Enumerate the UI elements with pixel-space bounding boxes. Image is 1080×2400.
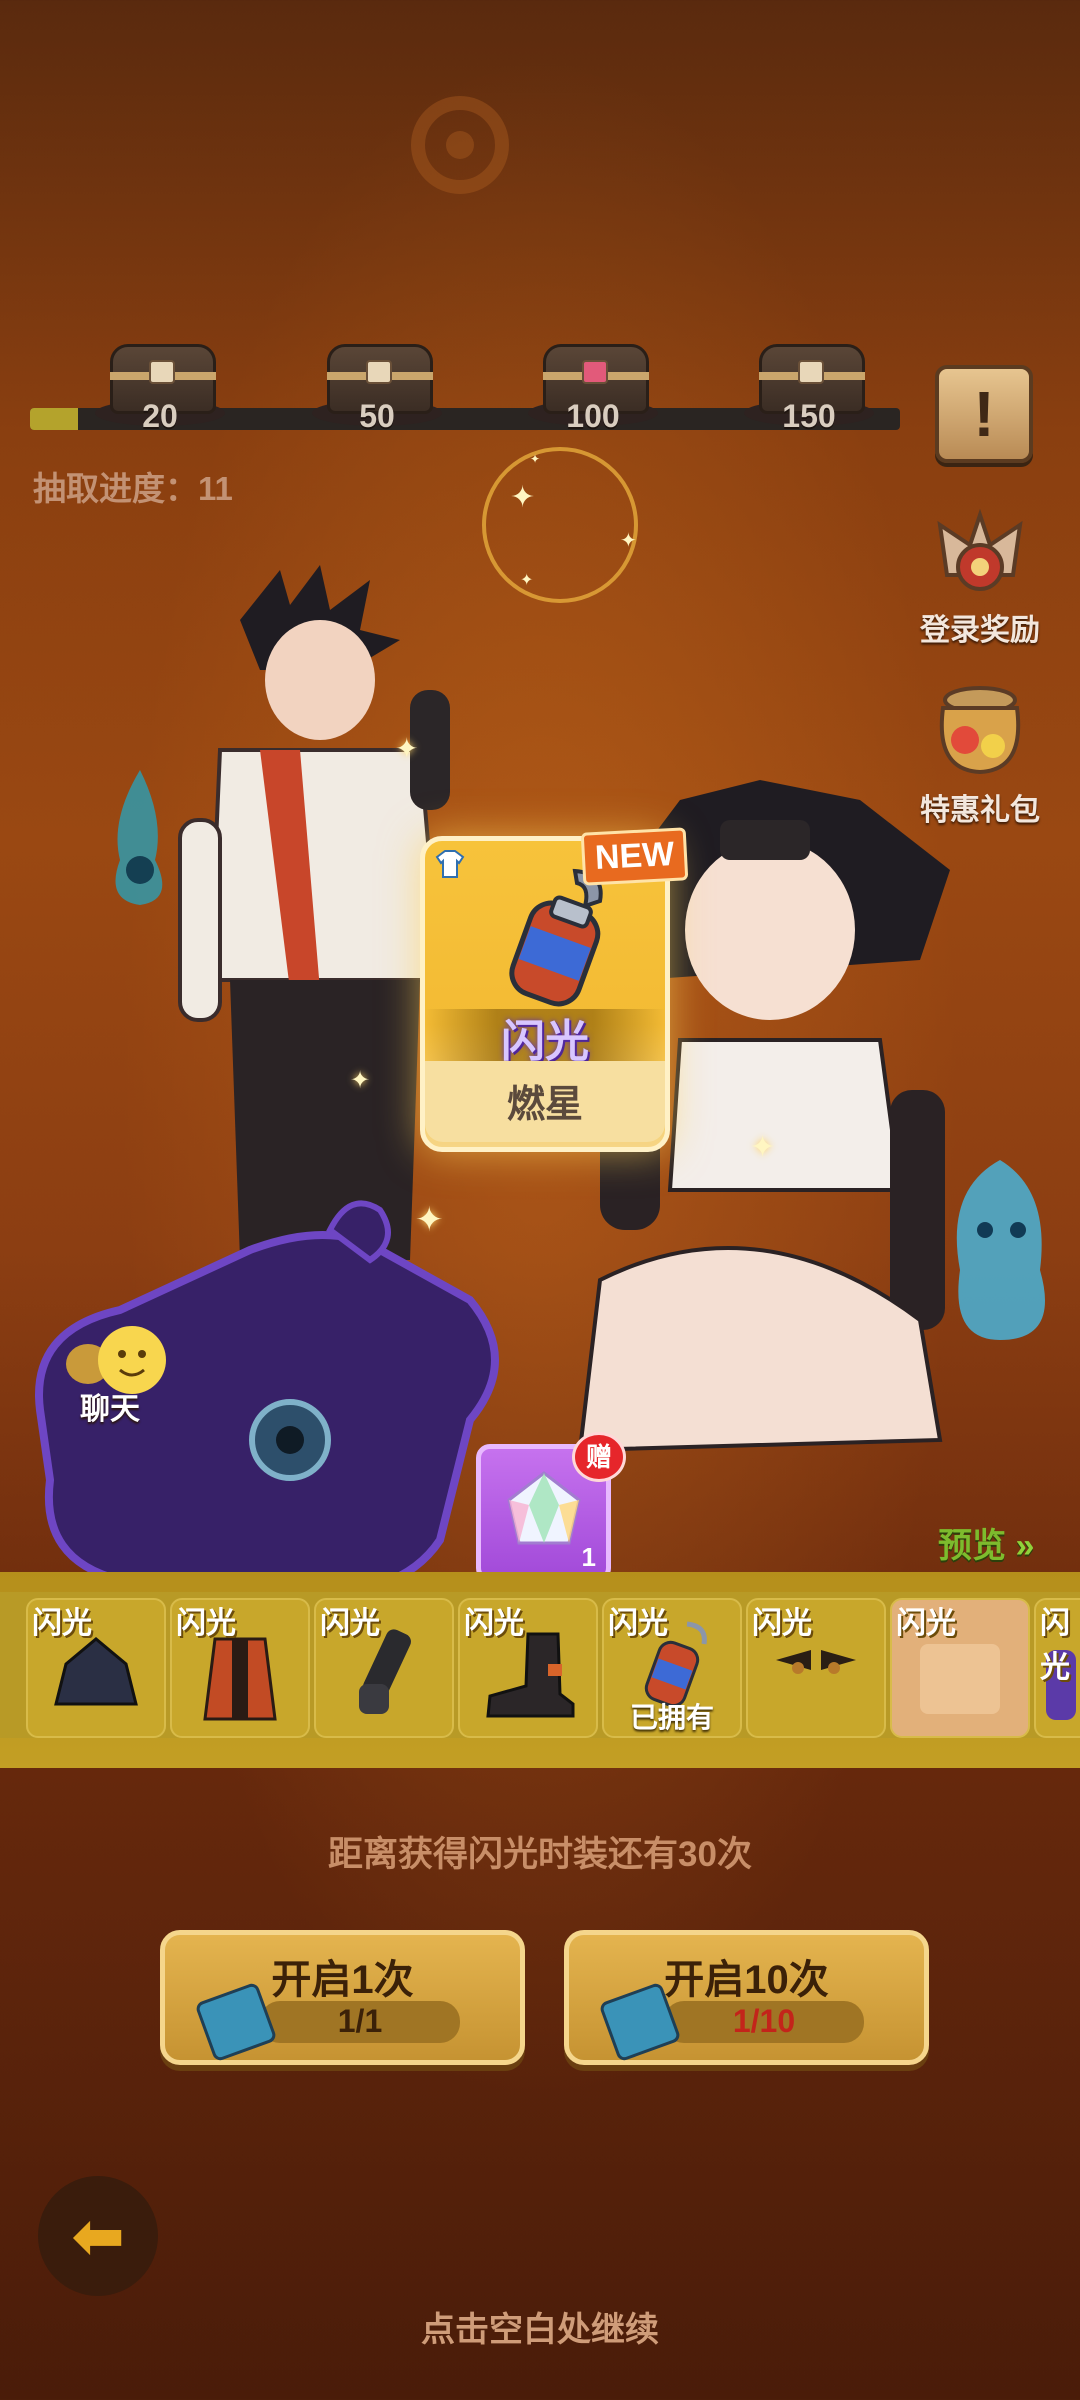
back-button[interactable]: ⬅ (38, 2176, 158, 2296)
draw-progress-text: 抽取进度：11 (33, 470, 233, 507)
chest-icon (149, 360, 175, 384)
slot-rarity: 闪光 (320, 1607, 380, 1640)
fox-reward-icon (937, 508, 1023, 591)
preview-slot[interactable]: 闪光 (890, 1598, 1030, 1738)
svg-text:✦: ✦ (530, 452, 540, 466)
tap-to-continue: 点击空白处继续 (421, 2311, 659, 2349)
blue-flame-icon (115, 770, 163, 905)
milestone-label: 100 (566, 398, 620, 434)
milestone-chest-50[interactable]: 50 (312, 336, 442, 434)
milestone-chest-20[interactable]: 20 (95, 336, 225, 434)
card-rarity: 闪光 (501, 1017, 589, 1066)
open-ten-cost: 1/10 (732, 2003, 796, 2039)
blue-spirit-icon (956, 1160, 1045, 1340)
slot-rarity: 闪光 (32, 1607, 92, 1640)
draw-progress-fill (30, 408, 78, 430)
rainbow-crystal-icon (507, 1471, 581, 1545)
slot-rarity: 闪光 (1040, 1607, 1070, 1684)
svg-text:✦: ✦ (620, 530, 637, 552)
new-badge: NEW (580, 827, 689, 886)
open-ten-button[interactable]: 开启10次 1/10 (564, 1930, 929, 2065)
pity-remaining-text: 距离获得闪光时装还有30次 (328, 1835, 752, 1874)
slot-rarity: 闪光 (608, 1607, 668, 1640)
preview-slot[interactable]: 闪光 (314, 1598, 454, 1738)
sparkle-icon: ✦ (350, 1067, 371, 1094)
outfit-icon (435, 850, 465, 878)
exclamation-icon: ! (973, 378, 995, 450)
slot-rarity: 闪光 (176, 1607, 236, 1640)
preview-slot[interactable]: 闪光 已拥有 (602, 1598, 742, 1738)
open-once-cost: 1/1 (337, 2003, 383, 2039)
slot-rarity: 闪光 (896, 1607, 956, 1640)
notice-button[interactable]: ! (935, 365, 1033, 463)
milestone-label: 20 (142, 398, 178, 434)
svg-text:✦: ✦ (510, 481, 535, 514)
login-reward-button[interactable]: 登录奖励 (895, 505, 1065, 649)
chat-label: 聊天 (80, 1393, 140, 1426)
sparkle-icon: ✦ (395, 733, 419, 764)
reward-card[interactable]: 闪光 燃星 (420, 836, 670, 1152)
preview-label: 预览 (938, 1527, 1006, 1565)
chest-icon (366, 360, 392, 384)
milestone-chest-100[interactable]: 100 (528, 336, 658, 434)
milestone-chest-150[interactable]: 150 (744, 336, 874, 434)
gift-count: 1 (581, 1542, 596, 1572)
slot-rarity: 闪光 (464, 1607, 524, 1640)
card-name: 燃星 (506, 1084, 583, 1126)
sparkle-icon: ✦ (750, 1131, 776, 1164)
outfit-eyes-icon (776, 1650, 856, 1674)
slot-owned: 已拥有 (629, 1702, 714, 1733)
chat-button[interactable]: 聊天 (60, 1320, 200, 1430)
milestone-label: 50 (359, 398, 395, 434)
open-once-button[interactable]: 开启1次 1/1 (160, 1930, 525, 2065)
faint-logo-icon (411, 96, 509, 194)
double-chevron-right-icon: » (1015, 1527, 1035, 1565)
preview-strip: 闪光 闪光 闪光 闪光 闪光 已拥有 闪光 闪光 闪光 (0, 1572, 1080, 1768)
preview-slot[interactable]: 闪光 (1034, 1598, 1080, 1738)
preview-slot[interactable]: 闪光 (458, 1598, 598, 1738)
login-reward-label: 登录奖励 (920, 614, 1040, 647)
preview-slot[interactable]: 闪光 (26, 1598, 166, 1738)
chest-icon (582, 360, 608, 384)
chest-icon (798, 360, 824, 384)
back-arrow-icon: ⬅ (71, 2200, 125, 2272)
preview-button[interactable]: 预览 » (938, 1518, 1034, 1567)
preview-slot[interactable]: 闪光 (746, 1598, 886, 1738)
sparkle-ring: ✦ ✦ ✦ ✦ (482, 447, 638, 603)
svg-text:✦: ✦ (520, 572, 533, 589)
milestone-label: 150 (782, 398, 836, 434)
slot-rarity: 闪光 (752, 1607, 812, 1640)
sparkle-icon: ✦ (415, 1201, 444, 1239)
preview-slot[interactable]: 闪光 (170, 1598, 310, 1738)
gift-tag: 赠 (572, 1432, 626, 1482)
